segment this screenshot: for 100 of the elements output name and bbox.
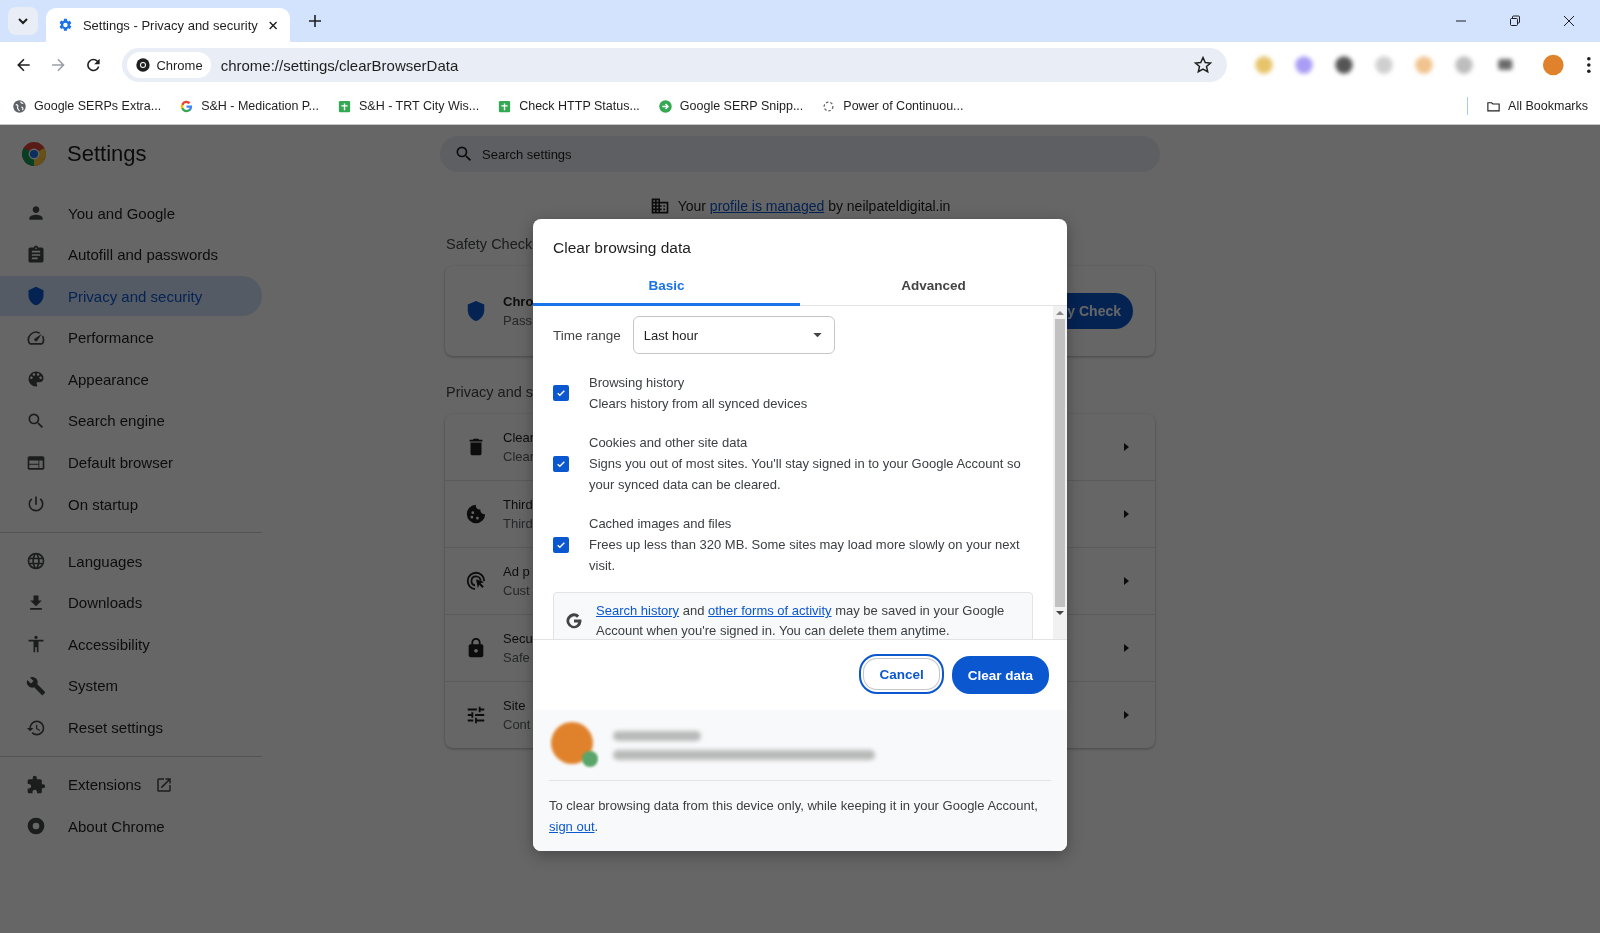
star-icon[interactable] <box>1193 55 1214 75</box>
nav-item[interactable]: Reset settings <box>0 707 262 748</box>
close-icon[interactable] <box>1562 14 1576 28</box>
caret-right-icon <box>1121 509 1131 519</box>
nav-item[interactable]: On startup <box>0 484 262 525</box>
row-title: Ad p <box>503 564 530 579</box>
time-range-label: Time range <box>553 327 621 343</box>
row-subtitle: Safe <box>503 650 530 665</box>
bookmark-label: Power of Continuou... <box>843 99 964 113</box>
bookmark[interactable]: Power of Continuou... <box>821 98 964 114</box>
nav-label: System <box>68 677 118 695</box>
nav-item[interactable]: Default browser <box>0 442 262 483</box>
nav-label: Performance <box>68 329 154 347</box>
bookmark[interactable]: Google SERPs Extra... <box>12 98 162 114</box>
restore-icon[interactable] <box>1508 14 1522 28</box>
bookmark[interactable]: S&H - Medication P... <box>179 98 320 114</box>
chevron-down-icon <box>17 15 29 27</box>
nav-item[interactable]: About Chrome <box>0 806 262 847</box>
shield-icon <box>465 300 487 322</box>
nav-label: Downloads <box>68 594 143 612</box>
option-description: Signs you out of most sites. You'll stay signed in to your Google Account so your synced data can be cleared. <box>589 455 1022 494</box>
dialog-tab[interactable]: Basic <box>533 266 800 306</box>
nav-label: Privacy and security <box>68 287 203 305</box>
nav-item[interactable]: You and Google <box>0 193 262 233</box>
bookmark[interactable]: Google SERP Snipp... <box>657 98 804 114</box>
nav-label: Search engine <box>68 412 165 430</box>
globe-icon <box>12 98 27 114</box>
row-subtitle: Third <box>503 516 533 531</box>
site-chip[interactable]: Chrome <box>127 52 211 78</box>
google-g-icon <box>564 611 584 631</box>
browser-logo-icon <box>135 57 152 73</box>
address-bar[interactable]: Chrome chrome://settings/clearBrowserData <box>122 48 1228 82</box>
scroll-up-icon[interactable] <box>1056 310 1064 316</box>
checkbox[interactable] <box>553 385 569 401</box>
spreadsheet-icon <box>497 98 513 114</box>
nav-label: Autofill and passwords <box>68 246 219 264</box>
sign-out-note: To clear browsing data from this device only, while keeping it in your Google Account, sign out. <box>549 797 1039 836</box>
bookmark[interactable]: S&H - TRT City Wis... <box>337 98 480 114</box>
nav-item[interactable]: Extensions <box>0 764 262 805</box>
wrench-icon <box>26 675 46 696</box>
card-title: Chro <box>503 294 534 309</box>
bookmark-label: Google SERP Snipp... <box>679 99 804 113</box>
nav-label: Appearance <box>68 370 149 388</box>
cancel-button[interactable]: Cancel <box>859 654 944 694</box>
nav-item[interactable]: Search engine <box>0 400 262 441</box>
dialog-title: Clear browsing data <box>552 238 692 258</box>
nav-item[interactable]: Languages <box>0 541 262 582</box>
nav-item[interactable]: Performance <box>0 317 262 358</box>
caret-right-icon <box>1121 442 1131 452</box>
nav-label: Reset settings <box>68 719 164 737</box>
nav-item[interactable]: System <box>0 665 262 706</box>
row-subtitle: Cont <box>503 717 531 732</box>
nav-label: Languages <box>68 552 143 570</box>
google-notice-text: Search history and other forms of activity may be saved in your Google Account when you're signed in. You can delete them anytime. <box>596 602 1006 639</box>
checkbox[interactable] <box>553 455 569 472</box>
tab-title: Settings - Privacy and security <box>82 17 258 33</box>
card-subtitle: Pass <box>503 313 532 328</box>
nav-item[interactable]: Privacy and security <box>0 276 262 317</box>
caret-right-icon <box>1121 643 1131 653</box>
nav-label: Default browser <box>68 454 174 472</box>
checkbox[interactable] <box>553 536 569 553</box>
profile-avatar[interactable] <box>1541 53 1565 77</box>
search-field[interactable]: Search settings <box>440 136 1160 172</box>
cookie-icon <box>465 503 487 525</box>
row-title: Third <box>503 497 533 512</box>
menu-icon[interactable] <box>1586 56 1592 74</box>
accessibility-icon <box>26 634 46 655</box>
activity-link[interactable]: other forms of activity <box>708 603 832 618</box>
external-link-icon <box>155 775 174 794</box>
search-icon <box>454 144 474 164</box>
nav-item[interactable]: Appearance <box>0 359 262 400</box>
new-tab-icon[interactable] <box>308 14 322 28</box>
bookmark-label: Google SERPs Extra... <box>34 99 162 113</box>
nav-item[interactable]: Autofill and passwords <box>0 234 262 275</box>
time-range-dropdown[interactable]: Last hour <box>632 316 835 354</box>
scrollbar[interactable] <box>1053 306 1067 639</box>
caret-down-icon <box>812 332 822 338</box>
nav-label: About Chrome <box>68 817 165 835</box>
site-chip-label: Chrome <box>156 57 203 73</box>
close-icon[interactable] <box>267 19 278 31</box>
managed-link[interactable]: profile is managed <box>709 198 825 214</box>
all-bookmarks-button[interactable]: All Bookmarks <box>1486 98 1588 114</box>
globe-icon <box>26 551 46 572</box>
option-title: Cached images and files <box>589 515 733 533</box>
bookmark-label: Check HTTP Status... <box>519 99 640 113</box>
scroll-down-icon[interactable] <box>1056 610 1064 616</box>
nav-item[interactable]: Downloads <box>0 582 262 623</box>
clear-data-button[interactable]: Clear data <box>951 656 1049 694</box>
bookmark-label: S&H - Medication P... <box>201 99 320 113</box>
managed-notice: Your profile is managed by neilpateldigital.in <box>677 198 951 214</box>
tab-list-button[interactable] <box>8 7 38 35</box>
search-history-link[interactable]: Search history <box>596 603 680 618</box>
account-avatar <box>549 720 599 770</box>
sign-out-link[interactable]: sign out <box>549 819 595 834</box>
target-cursor-icon <box>465 570 487 592</box>
browser-logo-icon <box>26 816 46 837</box>
bookmark[interactable]: Check HTTP Status... <box>497 98 640 114</box>
clipboard-icon <box>26 244 46 265</box>
browser-tab[interactable]: Settings - Privacy and security <box>46 8 290 42</box>
nav-item[interactable]: Accessibility <box>0 624 262 665</box>
